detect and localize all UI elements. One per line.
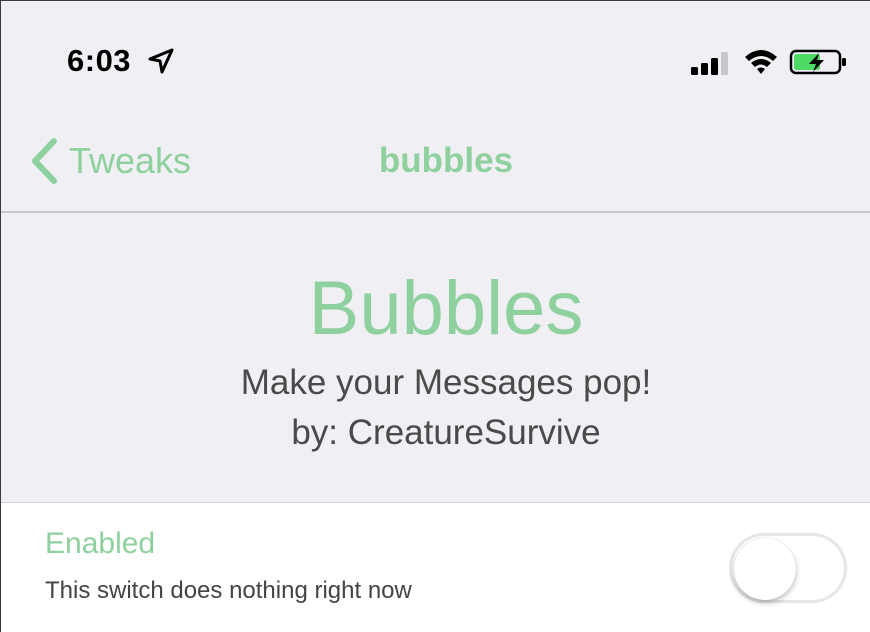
settings-screen: 6:03 Tweaks bubbles Bubbles Make your Me… bbox=[0, 0, 870, 632]
enabled-label: Enabled bbox=[45, 527, 156, 560]
location-arrow-icon bbox=[148, 48, 174, 74]
tweak-header: Bubbles Make your Messages pop! by: Crea… bbox=[1, 213, 870, 503]
status-time: 6:03 bbox=[67, 43, 132, 78]
toggle-knob bbox=[734, 538, 796, 600]
tweak-author: by: CreatureSurvive bbox=[291, 413, 601, 452]
wifi-icon bbox=[745, 50, 777, 74]
battery-charging-icon bbox=[789, 49, 846, 75]
enabled-toggle[interactable] bbox=[729, 533, 847, 603]
navigation-bar: Tweaks bubbles bbox=[1, 113, 870, 213]
tweak-name: Bubbles bbox=[308, 266, 584, 351]
tweak-tagline: Make your Messages pop! bbox=[240, 363, 652, 402]
enabled-description: This switch does nothing right now bbox=[45, 577, 412, 604]
enabled-setting-cell: Enabled This switch does nothing right n… bbox=[1, 502, 870, 632]
page-title: bubbles bbox=[378, 141, 514, 180]
cellular-signal-icon bbox=[691, 52, 728, 75]
status-bar: 6:03 bbox=[1, 1, 870, 113]
